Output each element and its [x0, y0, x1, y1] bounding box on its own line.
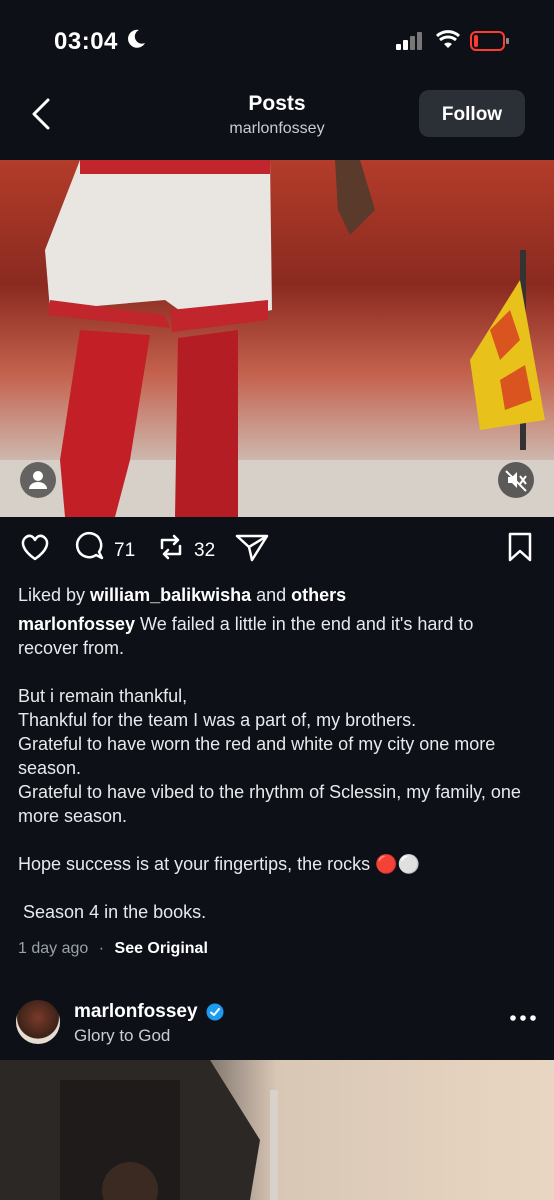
liked-prefix: Liked by: [18, 585, 91, 605]
liked-mid: and: [251, 585, 292, 605]
signal-icon: [396, 32, 422, 50]
person-icon: [29, 471, 47, 489]
next-post-image-illustration: [0, 1060, 278, 1200]
liked-others[interactable]: others: [291, 585, 346, 605]
header: Posts marlonfossey Follow: [0, 80, 554, 160]
post-meta: 1 day ago · See Original: [18, 940, 208, 958]
post-time: 1 day ago: [18, 940, 89, 957]
moon-icon: [128, 29, 145, 48]
repost-icon[interactable]: [154, 530, 188, 564]
heart-icon[interactable]: [18, 530, 52, 564]
send-icon[interactable]: [234, 530, 270, 564]
next-post-caption: Glory to God: [74, 1026, 171, 1045]
liked-user[interactable]: william_balikwisha: [90, 585, 251, 605]
wifi-icon: [436, 30, 460, 48]
more-options-icon[interactable]: [508, 1013, 538, 1023]
comments-count: 71: [114, 540, 136, 561]
speaker-muted-icon: [505, 470, 527, 492]
clock: 03:04: [54, 28, 118, 55]
status-bar: 03:04: [0, 0, 554, 80]
post-image-illustration: [0, 160, 554, 517]
liked-by[interactable]: Liked by william_balikwisha and others: [18, 585, 346, 606]
next-post-header: marlonfossey Glory to God: [0, 995, 554, 1055]
follow-button[interactable]: Follow: [419, 90, 525, 137]
avatar[interactable]: [16, 1000, 60, 1044]
next-post-username[interactable]: marlonfossey: [74, 1001, 198, 1023]
post-actions: 71 32: [0, 530, 554, 572]
bookmark-icon[interactable]: [506, 530, 534, 564]
reposts-count: 32: [194, 540, 216, 561]
tagged-people-button[interactable]: [20, 462, 56, 498]
battery-icon: [470, 31, 509, 51]
mute-button[interactable]: [498, 462, 534, 498]
post-image[interactable]: [0, 160, 554, 517]
next-post-image[interactable]: [0, 1060, 554, 1200]
see-original-link[interactable]: See Original: [115, 940, 208, 957]
meta-separator: ·: [98, 940, 105, 957]
caption-text: We failed a little in the end and it's h…: [18, 614, 521, 922]
comment-icon[interactable]: [74, 530, 108, 564]
post-caption: marlonfossey We failed a little in the e…: [18, 612, 538, 924]
caption-username[interactable]: marlonfossey: [18, 614, 135, 634]
verified-badge-icon: [206, 1003, 224, 1021]
